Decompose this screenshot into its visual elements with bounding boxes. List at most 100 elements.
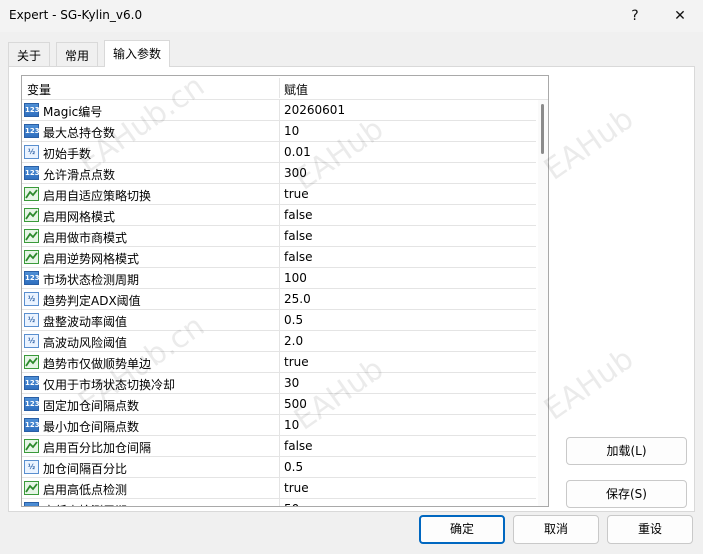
- scrollbar-thumb[interactable]: [541, 104, 544, 154]
- tab-inputs[interactable]: 输入参数: [104, 40, 171, 67]
- vertical-scrollbar[interactable]: [538, 100, 548, 506]
- bool-type-icon: [24, 229, 39, 243]
- parameter-value[interactable]: true: [284, 481, 309, 495]
- table-row[interactable]: ½ 高波动风险阈值 2.0: [22, 331, 536, 352]
- cancel-button[interactable]: 取消: [513, 515, 599, 544]
- column-divider: [279, 331, 280, 352]
- header-value[interactable]: 赋值: [284, 81, 308, 98]
- table-row[interactable]: ½ 趋势判定ADX阈值 25.0: [22, 289, 536, 310]
- double-type-icon: ½: [24, 334, 39, 348]
- integer-type-icon: 123: [24, 124, 40, 138]
- column-divider: [279, 268, 280, 289]
- double-type-icon: ½: [24, 292, 39, 306]
- table-row[interactable]: 趋势市仅做顺势单边 true: [22, 352, 536, 373]
- parameter-value[interactable]: 500: [284, 397, 307, 411]
- parameter-rows: 123 Magic编号 20260601 123 最大总持仓数 10 ½ 初始手数 0.01 12…: [22, 100, 536, 506]
- parameter-value[interactable]: false: [284, 250, 313, 264]
- bool-type-icon: [24, 355, 39, 369]
- parameter-value[interactable]: false: [284, 229, 313, 243]
- parameter-value[interactable]: 10: [284, 124, 299, 138]
- column-divider: [279, 100, 280, 121]
- parameter-name: 启用百分比加仓间隔: [43, 441, 152, 455]
- table-row[interactable]: 123 允许滑点点数 300: [22, 163, 536, 184]
- parameter-value[interactable]: 300: [284, 166, 307, 180]
- table-row[interactable]: ½ 加仓间隔百分比 0.5: [22, 457, 536, 478]
- column-divider: [279, 226, 280, 247]
- parameter-name: 初始手数: [43, 147, 92, 161]
- table-row[interactable]: 123 仅用于市场状态切换冷却 30: [22, 373, 536, 394]
- parameter-name: 加仓间隔百分比: [43, 462, 128, 476]
- parameter-value[interactable]: 100: [284, 271, 307, 285]
- column-divider: [279, 352, 280, 373]
- column-divider: [279, 310, 280, 331]
- table-row[interactable]: 123 Magic编号 20260601: [22, 100, 536, 121]
- table-row[interactable]: 启用自适应策略切换 true: [22, 184, 536, 205]
- table-row[interactable]: 启用百分比加仓间隔 false: [22, 436, 536, 457]
- parameter-value[interactable]: 2.0: [284, 334, 303, 348]
- column-divider: [279, 394, 280, 415]
- parameter-value[interactable]: 0.5: [284, 313, 303, 327]
- close-button[interactable]: ✕: [665, 4, 695, 28]
- table-row[interactable]: 启用逆势网格模式 false: [22, 247, 536, 268]
- parameter-name: 最大总持仓数: [43, 126, 116, 140]
- header-variable[interactable]: 变量: [27, 81, 51, 98]
- parameter-value[interactable]: true: [284, 187, 309, 201]
- table-row[interactable]: 123 最大总持仓数 10: [22, 121, 536, 142]
- tab-about[interactable]: 关于: [8, 42, 51, 66]
- parameter-value[interactable]: false: [284, 208, 313, 222]
- table-row[interactable]: ½ 盘整波动率阈值 0.5: [22, 310, 536, 331]
- parameter-value[interactable]: 30: [284, 376, 299, 390]
- tab-common[interactable]: 常用: [56, 42, 99, 66]
- title-bar: Expert - SG-Kylin_v6.0 ? ✕: [0, 0, 703, 32]
- parameter-name: 允许滑点点数: [43, 168, 116, 182]
- column-divider: [279, 163, 280, 184]
- column-divider: [279, 415, 280, 436]
- double-type-icon: ½: [24, 460, 39, 474]
- integer-type-icon: 123: [24, 376, 40, 390]
- parameters-grid: 变量 赋值 123 Magic编号 20260601 123 最大总持仓数 10 ½ 初始手数…: [21, 75, 549, 507]
- load-button[interactable]: 加载(L): [566, 437, 687, 465]
- bool-type-icon: [24, 439, 39, 453]
- parameter-value[interactable]: true: [284, 355, 309, 369]
- bool-type-icon: [24, 481, 39, 495]
- integer-type-icon: 123: [24, 418, 40, 432]
- parameter-name: 盘整波动率阈值: [43, 315, 128, 329]
- table-row[interactable]: 123 市场状态检测周期 100: [22, 268, 536, 289]
- help-button[interactable]: ?: [620, 4, 650, 28]
- ok-button[interactable]: 确定: [419, 515, 505, 544]
- parameter-value[interactable]: 20260601: [284, 103, 345, 117]
- parameter-value[interactable]: 25.0: [284, 292, 311, 306]
- bool-type-icon: [24, 208, 39, 222]
- bool-type-icon: [24, 187, 39, 201]
- table-row[interactable]: 123高低点检测周期 50: [22, 499, 536, 506]
- parameter-value[interactable]: 0.5: [284, 460, 303, 474]
- parameter-name: 启用高低点检测: [43, 483, 128, 497]
- table-row[interactable]: 启用做市商模式 false: [22, 226, 536, 247]
- save-button[interactable]: 保存(S): [566, 480, 687, 508]
- parameter-name: 启用网格模式: [43, 210, 116, 224]
- parameter-value[interactable]: false: [284, 439, 313, 453]
- integer-type-icon: 123: [24, 271, 40, 285]
- parameter-value[interactable]: 10: [284, 418, 299, 432]
- column-divider: [279, 121, 280, 142]
- column-divider: [279, 247, 280, 268]
- table-row[interactable]: 123 最小加仓间隔点数 10: [22, 415, 536, 436]
- table-row[interactable]: 启用高低点检测 true: [22, 478, 536, 499]
- reset-button[interactable]: 重设: [607, 515, 693, 544]
- column-divider: [279, 478, 280, 499]
- double-type-icon: ½: [24, 313, 39, 327]
- column-divider: [279, 142, 280, 163]
- bool-type-icon: [24, 250, 39, 264]
- parameter-name: 最小加仓间隔点数: [43, 420, 140, 434]
- header-divider[interactable]: [279, 78, 280, 98]
- table-row[interactable]: 123 固定加仓间隔点数 500: [22, 394, 536, 415]
- table-row[interactable]: ½ 初始手数 0.01: [22, 142, 536, 163]
- parameter-name: 启用逆势网格模式: [43, 252, 140, 266]
- double-type-icon: ½: [24, 145, 39, 159]
- parameter-value[interactable]: 50: [284, 502, 299, 506]
- watermark: EAHub: [538, 341, 641, 428]
- table-row[interactable]: 启用网格模式 false: [22, 205, 536, 226]
- parameter-value[interactable]: 0.01: [284, 145, 311, 159]
- inputs-panel: 变量 赋值 123 Magic编号 20260601 123 最大总持仓数 10 ½ 初始手数…: [8, 66, 695, 512]
- integer-type-icon: 123: [24, 397, 40, 411]
